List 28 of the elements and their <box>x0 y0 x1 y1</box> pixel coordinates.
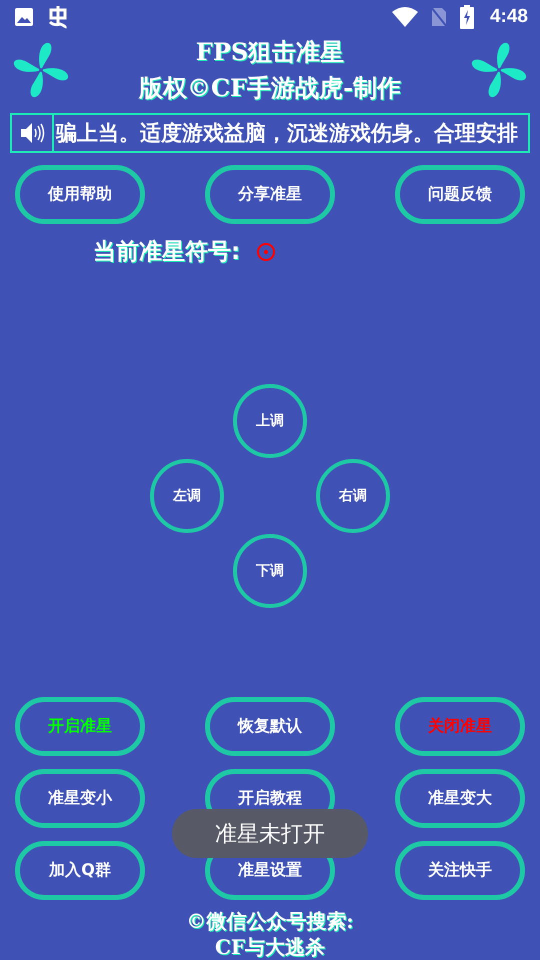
wifi-icon <box>392 7 418 28</box>
app-title: FPS狙击准星 <box>196 36 344 68</box>
battery-charging-icon <box>460 5 474 30</box>
notice-text: 骗上当。适度游戏益脑，沉迷游戏伤身。合理安排 <box>54 120 518 148</box>
control-button[interactable]: 恢复默认 <box>205 697 335 756</box>
image-icon <box>14 7 34 28</box>
control-button[interactable]: 准星变大 <box>395 769 525 828</box>
crosshair-label: 当前准星符号: <box>93 238 240 267</box>
adjust-button[interactable]: 下调 <box>233 534 307 608</box>
adjust-button[interactable]: 上调 <box>233 384 307 458</box>
copyright-subtitle: 版权©CF手游战虎-制作 <box>138 72 402 104</box>
menu-button[interactable]: 分享准星 <box>205 165 335 224</box>
footer-text: CF与大逃杀 <box>214 934 326 960</box>
control-button[interactable]: 准星变小 <box>15 769 145 828</box>
adjust-button[interactable]: 右调 <box>316 459 390 533</box>
speaker-icon <box>19 121 45 146</box>
menu-button[interactable]: 问题反馈 <box>395 165 525 224</box>
control-button[interactable]: 开启准星 <box>15 697 145 756</box>
clock-time: 4:48 <box>490 6 528 28</box>
control-button[interactable]: 加入Q群 <box>15 841 145 900</box>
menu-button[interactable]: 使用帮助 <box>15 165 145 224</box>
footer-text: ©微信公众号搜索: <box>186 908 354 934</box>
adjust-button[interactable]: 左调 <box>150 459 224 533</box>
pinwheel-icon <box>12 41 70 100</box>
pinwheel-icon <box>470 41 528 100</box>
message-toast: 准星未打开 <box>172 809 368 858</box>
no-sim-icon <box>430 6 448 28</box>
control-button[interactable]: 关注快手 <box>395 841 525 900</box>
